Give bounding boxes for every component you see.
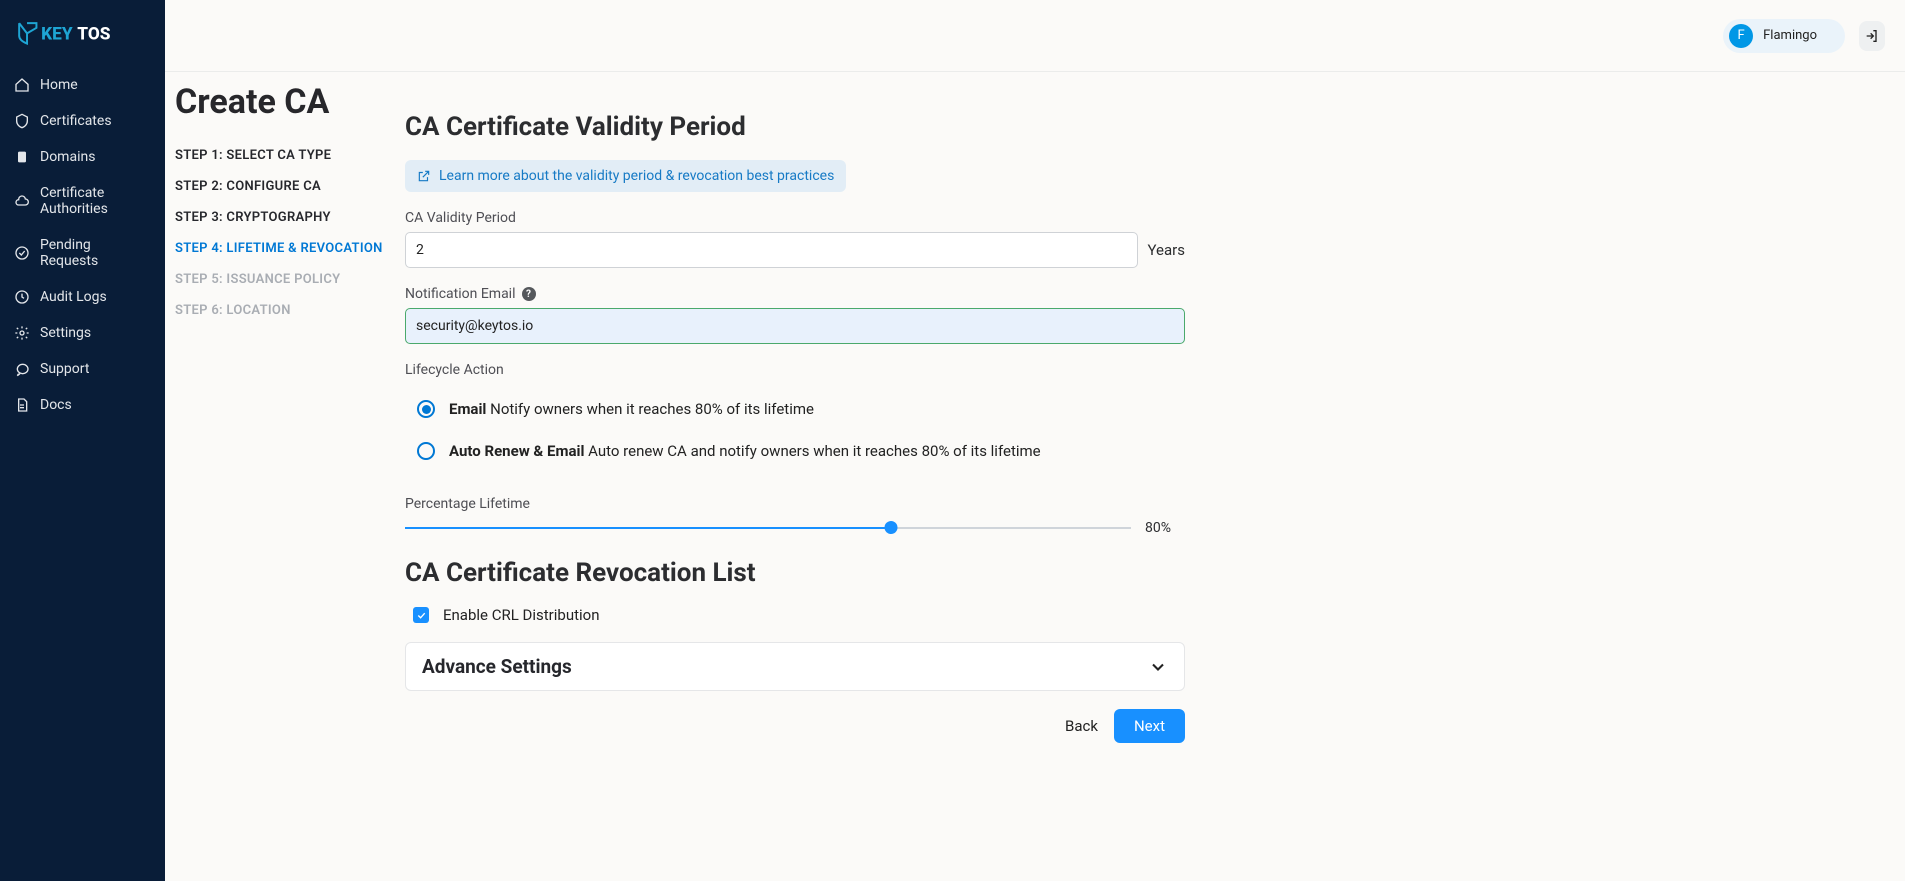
next-button[interactable]: Next xyxy=(1114,709,1185,743)
wizard-step-5: STEP 5: ISSUANCE POLICY xyxy=(175,264,405,295)
logout-button[interactable] xyxy=(1859,21,1885,51)
advance-settings-accordion[interactable]: Advance Settings xyxy=(405,642,1185,691)
email-label: Notification Email ? xyxy=(405,286,1185,302)
user-menu[interactable]: F Flamingo xyxy=(1723,19,1845,53)
help-icon[interactable]: ? xyxy=(522,287,536,301)
slider-thumb[interactable] xyxy=(885,521,898,534)
sidebar-item-certificate-authorities[interactable]: Certificate Authorities xyxy=(0,175,165,227)
radio-icon xyxy=(417,400,435,418)
sidebar-item-support[interactable]: Support xyxy=(0,351,165,387)
radio-label: Email Notify owners when it reaches 80% … xyxy=(449,400,814,418)
section-validity-heading: CA Certificate Validity Period xyxy=(405,112,1185,142)
svg-text:TOS: TOS xyxy=(77,25,110,45)
keytos-logo-icon: KEY TOS xyxy=(16,20,126,47)
sidebar-item-label: Pending Requests xyxy=(40,237,151,269)
check-circle-icon xyxy=(14,245,30,261)
learn-more-text: Learn more about the validity period & r… xyxy=(439,168,834,184)
doc-icon xyxy=(14,397,30,413)
section-crl-heading: CA Certificate Revocation List xyxy=(405,558,1185,588)
accordion-title: Advance Settings xyxy=(422,655,572,678)
percent-slider[interactable] xyxy=(405,526,1131,530)
percent-label: Percentage Lifetime xyxy=(405,496,1185,512)
logout-icon xyxy=(1864,28,1880,44)
notification-email-input[interactable] xyxy=(405,308,1185,344)
wizard-step-6: STEP 6: LOCATION xyxy=(175,295,405,326)
sidebar-item-label: Docs xyxy=(40,397,72,413)
back-button[interactable]: Back xyxy=(1065,717,1098,735)
check-icon xyxy=(416,610,427,621)
validity-label: CA Validity Period xyxy=(405,210,1185,226)
sidebar-item-home[interactable]: Home xyxy=(0,67,165,103)
sidebar-item-docs[interactable]: Docs xyxy=(0,387,165,423)
lifecycle-radio-1[interactable]: Auto Renew & Email Auto renew CA and not… xyxy=(405,430,1185,472)
sidebar-item-label: Audit Logs xyxy=(40,289,107,305)
wizard-step-2[interactable]: STEP 2: CONFIGURE CA xyxy=(175,171,405,202)
chat-icon xyxy=(14,361,30,377)
gear-icon xyxy=(14,325,30,341)
lifecycle-radio-0[interactable]: Email Notify owners when it reaches 80% … xyxy=(405,388,1185,430)
sidebar-item-pending-requests[interactable]: Pending Requests xyxy=(0,227,165,279)
sidebar-item-label: Domains xyxy=(40,149,95,165)
validity-input[interactable] xyxy=(405,232,1138,268)
sidebar-item-label: Certificates xyxy=(40,113,112,129)
shield-icon xyxy=(14,113,30,129)
badge-icon xyxy=(14,149,30,165)
crl-checkbox-label: Enable CRL Distribution xyxy=(443,606,599,624)
form-panel: CA Certificate Validity Period Learn mor… xyxy=(405,82,1185,743)
avatar: F xyxy=(1729,24,1753,48)
sidebar-item-domains[interactable]: Domains xyxy=(0,139,165,175)
logo[interactable]: KEY TOS xyxy=(0,12,165,67)
lifecycle-label: Lifecycle Action xyxy=(405,362,1185,378)
learn-more-link[interactable]: Learn more about the validity period & r… xyxy=(405,160,846,192)
radio-icon xyxy=(417,442,435,460)
wizard-step-4[interactable]: STEP 4: LIFETIME & REVOCATION xyxy=(175,233,405,264)
svg-text:KEY: KEY xyxy=(41,25,73,45)
sidebar-item-audit-logs[interactable]: Audit Logs xyxy=(0,279,165,315)
clock-icon xyxy=(14,289,30,305)
cloud-icon xyxy=(14,193,30,209)
sidebar-item-label: Certificate Authorities xyxy=(40,185,151,217)
external-link-icon xyxy=(417,169,431,183)
user-name: Flamingo xyxy=(1763,28,1817,43)
wizard-step-3[interactable]: STEP 3: CRYPTOGRAPHY xyxy=(175,202,405,233)
wizard-steps-panel: Create CA STEP 1: SELECT CA TYPESTEP 2: … xyxy=(175,82,405,743)
crl-checkbox[interactable] xyxy=(413,607,429,623)
sidebar-item-certificates[interactable]: Certificates xyxy=(0,103,165,139)
sidebar-item-label: Home xyxy=(40,77,78,93)
radio-label: Auto Renew & Email Auto renew CA and not… xyxy=(449,442,1041,460)
sidebar: KEY TOS Home Certificates Domains Certif… xyxy=(0,0,165,881)
sidebar-item-label: Settings xyxy=(40,325,91,341)
percent-value: 80% xyxy=(1145,520,1185,536)
sidebar-item-settings[interactable]: Settings xyxy=(0,315,165,351)
wizard-step-1[interactable]: STEP 1: SELECT CA TYPE xyxy=(175,140,405,171)
chevron-down-icon xyxy=(1148,657,1168,677)
page-title: Create CA xyxy=(175,82,405,122)
topbar: F Flamingo xyxy=(165,0,1905,72)
validity-unit: Years xyxy=(1148,241,1185,259)
home-icon xyxy=(14,77,30,93)
main-panel: F Flamingo Create CA STEP 1: SELECT CA T… xyxy=(165,0,1905,881)
sidebar-item-label: Support xyxy=(40,361,89,377)
